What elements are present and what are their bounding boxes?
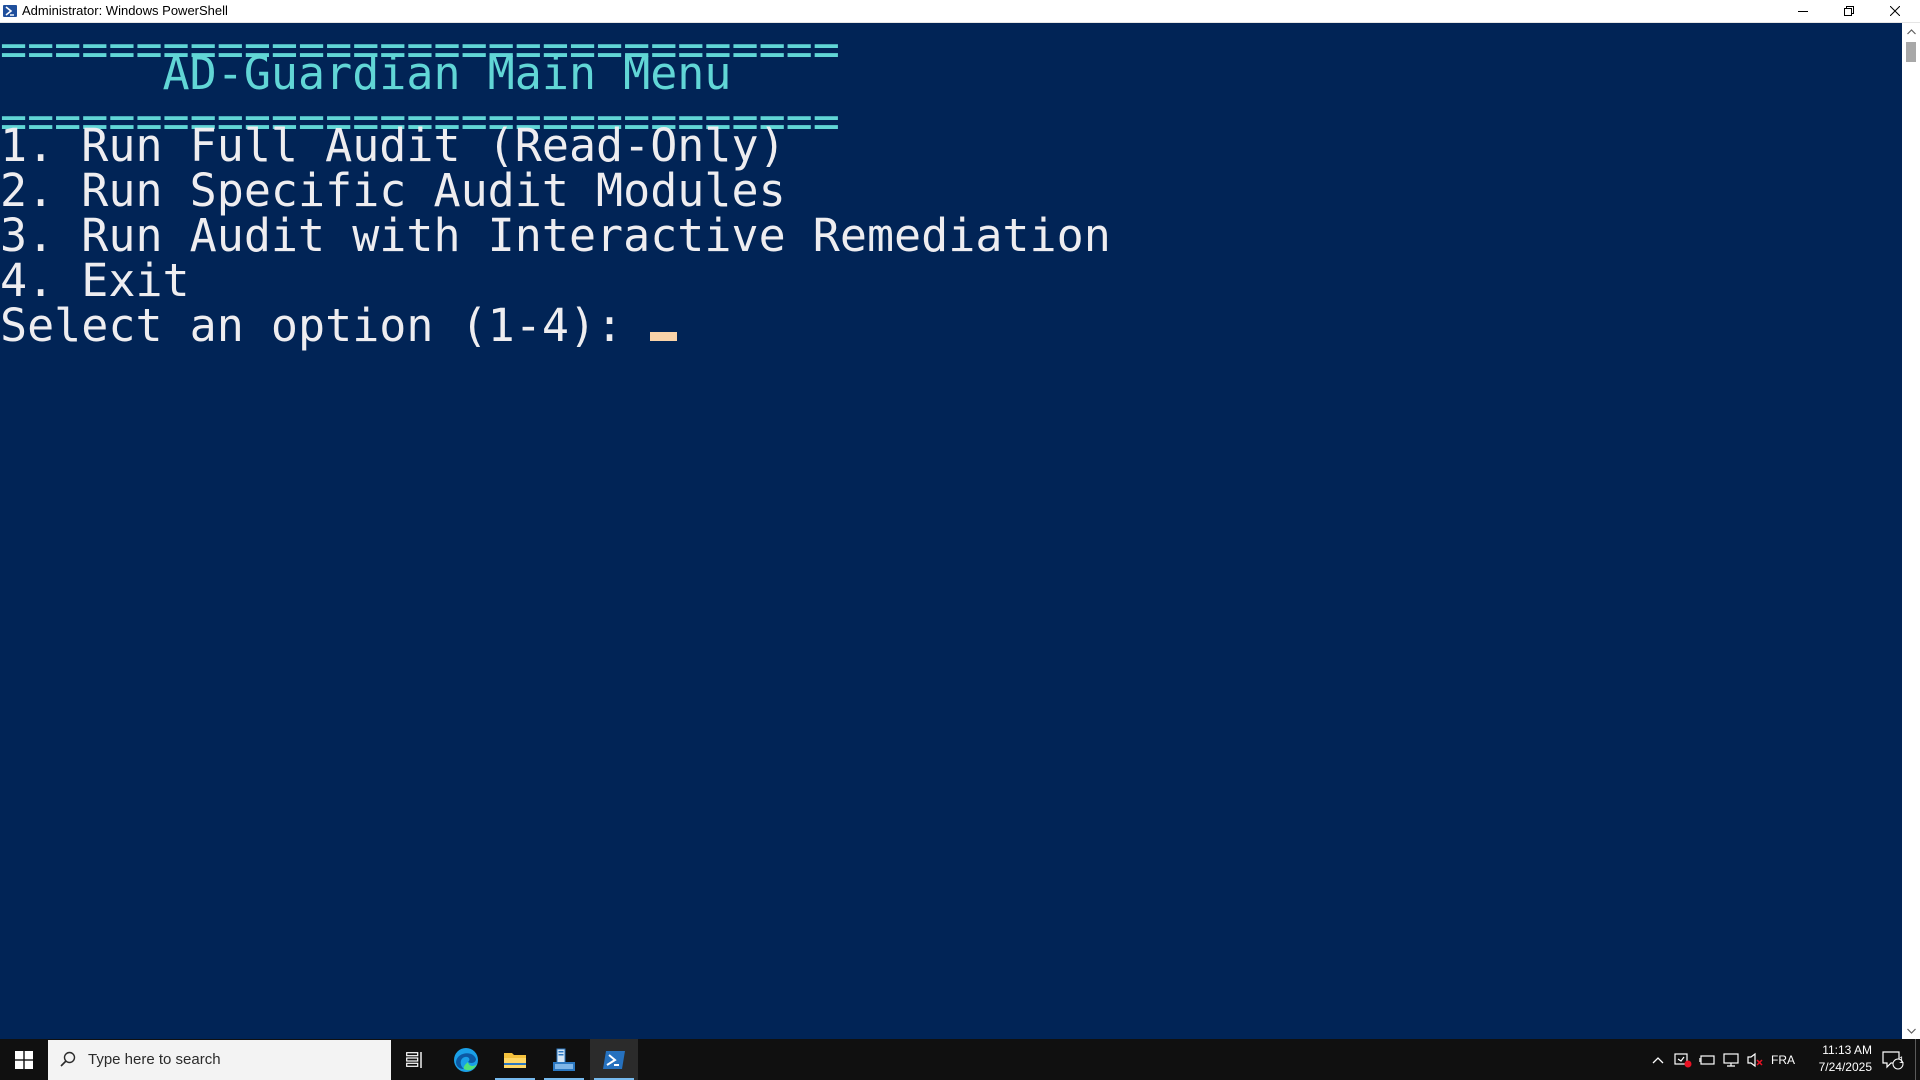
clock[interactable]: 11:13 AM 7/24/2025 bbox=[1796, 1042, 1872, 1076]
vertical-scrollbar[interactable] bbox=[1902, 23, 1920, 1039]
input-prompt[interactable]: Select an option (1-4): bbox=[0, 303, 678, 348]
notification-count: 1 bbox=[1899, 1055, 1905, 1065]
file-explorer-button[interactable] bbox=[491, 1039, 539, 1080]
menu-option-1: 1. Run Full Audit (Read-Only) bbox=[0, 119, 786, 172]
powershell-window: Administrator: Windows PowerShell ======… bbox=[0, 0, 1920, 1039]
battery-plug-icon bbox=[1699, 1054, 1715, 1065]
prompt-text: Select an option (1-4): bbox=[0, 299, 651, 352]
close-icon bbox=[1890, 6, 1900, 16]
clock-date: 7/24/2025 bbox=[1818, 1060, 1872, 1074]
power-tray-button[interactable] bbox=[1696, 1039, 1718, 1080]
show-desktop-button[interactable] bbox=[1915, 1039, 1920, 1080]
scroll-down-button[interactable] bbox=[1902, 1022, 1920, 1039]
powershell-icon bbox=[3, 5, 17, 17]
clock-time: 11:13 AM bbox=[1822, 1043, 1872, 1057]
start-button[interactable] bbox=[0, 1039, 48, 1080]
security-tray-button[interactable] bbox=[1672, 1039, 1694, 1080]
search-placeholder: Type here to search bbox=[88, 1051, 221, 1068]
show-hidden-icons-button[interactable] bbox=[1648, 1039, 1668, 1080]
menu-option-4: 4. Exit bbox=[0, 254, 190, 307]
powershell-taskbar-button[interactable] bbox=[590, 1039, 638, 1080]
volume-tray-button[interactable] bbox=[1744, 1039, 1766, 1080]
window-title: Administrator: Windows PowerShell bbox=[22, 3, 228, 18]
action-center-button[interactable]: 1 bbox=[1876, 1039, 1910, 1080]
menu-option-3: 3. Run Audit with Interactive Remediatio… bbox=[0, 209, 1111, 262]
minimize-icon bbox=[1798, 11, 1808, 12]
server-manager-icon bbox=[553, 1048, 575, 1071]
search-icon bbox=[60, 1051, 76, 1067]
volume-muted-icon bbox=[1747, 1052, 1763, 1067]
scroll-up-button[interactable] bbox=[1902, 23, 1920, 40]
language-indicator: FRA bbox=[1771, 1052, 1795, 1067]
server-manager-button[interactable] bbox=[540, 1039, 588, 1080]
edge-icon bbox=[454, 1047, 478, 1072]
windows-logo-icon bbox=[15, 1050, 33, 1069]
taskbar: Type here to search FRA 11:13 AM 7/24/20… bbox=[0, 1039, 1920, 1080]
menu-title: AD-Guardian Main Menu bbox=[0, 47, 732, 100]
close-button[interactable] bbox=[1872, 0, 1918, 22]
chevron-up-icon bbox=[1906, 28, 1916, 34]
scrollbar-thumb[interactable] bbox=[1906, 42, 1916, 62]
task-view-button[interactable] bbox=[391, 1039, 439, 1080]
text-cursor bbox=[650, 332, 678, 341]
edge-button[interactable] bbox=[442, 1039, 490, 1080]
network-icon bbox=[1723, 1052, 1739, 1067]
taskbar-search-box[interactable]: Type here to search bbox=[48, 1040, 391, 1080]
powershell-icon bbox=[603, 1050, 625, 1069]
chevron-up-icon bbox=[1652, 1056, 1664, 1063]
menu-option-2: 2. Run Specific Audit Modules bbox=[0, 164, 786, 217]
network-tray-button[interactable] bbox=[1720, 1039, 1742, 1080]
console-output[interactable]: =============================== AD-Guard… bbox=[0, 23, 1902, 1039]
title-bar[interactable]: Administrator: Windows PowerShell bbox=[0, 0, 1920, 23]
defender-alert-icon bbox=[1674, 1052, 1692, 1067]
restore-icon bbox=[1844, 6, 1854, 16]
restore-button[interactable] bbox=[1826, 0, 1872, 22]
task-view-icon bbox=[406, 1051, 422, 1068]
input-language-button[interactable]: FRA bbox=[1770, 1039, 1796, 1080]
minimize-button[interactable] bbox=[1780, 0, 1826, 22]
file-explorer-icon bbox=[504, 1052, 526, 1068]
chevron-down-icon bbox=[1906, 1028, 1916, 1034]
